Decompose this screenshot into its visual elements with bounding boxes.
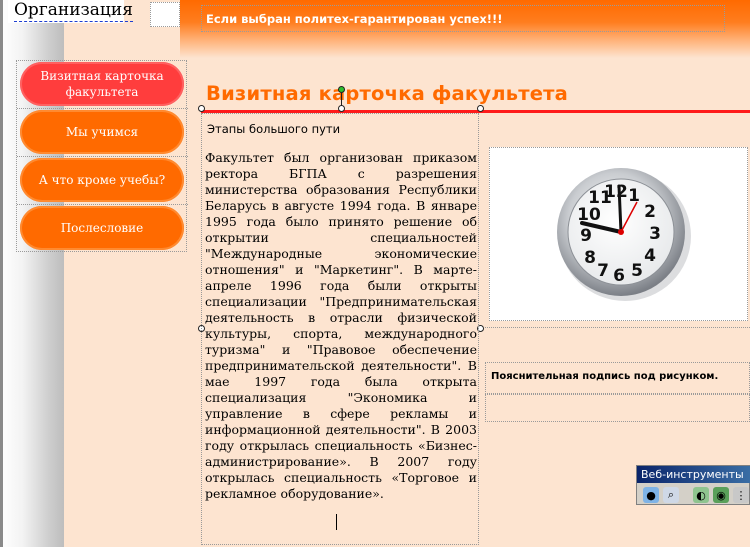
zoom-page-icon[interactable]: ⌕: [663, 487, 679, 503]
image-caption: Пояснительная подпись под рисунком.: [491, 371, 719, 382]
nav-item-label: Визитная карточка факультета: [40, 69, 164, 99]
section-subtitle: Этапы большого пути: [207, 122, 341, 136]
svg-text:2: 2: [644, 202, 656, 222]
org-title: Организация: [14, 0, 133, 22]
svg-text:1: 1: [628, 186, 640, 206]
globe-forward-icon[interactable]: ●: [643, 487, 659, 503]
svg-text:5: 5: [631, 261, 643, 281]
text-cursor: [336, 514, 337, 530]
nav-menu: Визитная карточка факультета Мы учимся А…: [16, 60, 188, 252]
link-globe-icon[interactable]: ◐: [693, 487, 709, 503]
wall-clock-icon: 1 2 3 4 5 6 7 8 9 10 11 12: [557, 168, 691, 301]
resize-handle[interactable]: [198, 105, 205, 112]
nav-item-label: Мы учимся: [65, 125, 139, 139]
nav-item-we-study[interactable]: Мы учимся: [20, 110, 184, 154]
org-title-box[interactable]: Организация: [8, 0, 133, 23]
svg-text:8: 8: [584, 248, 596, 268]
svg-text:4: 4: [644, 246, 656, 266]
svg-text:3: 3: [649, 224, 661, 244]
page-heading: Визитная карточка факультета: [206, 82, 569, 105]
svg-text:12: 12: [604, 182, 628, 202]
nav-divider: [17, 108, 188, 109]
svg-text:9: 9: [580, 226, 592, 246]
nav-item-business-card[interactable]: Визитная карточка факультета: [20, 62, 184, 106]
page-heading-box[interactable]: Визитная карточка факультета: [201, 82, 750, 112]
empty-text-box[interactable]: [485, 394, 750, 422]
slogan-text: Если выбран политех-гарантирован успех!!…: [206, 12, 503, 26]
web-tools-title[interactable]: Веб-инструменты: [637, 466, 750, 483]
clock-image-frame[interactable]: 1 2 3 4 5 6 7 8 9 10 11 12: [489, 147, 748, 321]
rotate-handle[interactable]: [338, 86, 345, 93]
svg-text:6: 6: [613, 266, 625, 286]
nav-item-afterword[interactable]: Послесловие: [20, 206, 184, 250]
article-text-box[interactable]: Этапы большого пути Факультет был органи…: [201, 113, 479, 545]
web-tools-toolbar[interactable]: Веб-инструменты ● ⌕ ◐ ◉ ⋮: [636, 465, 750, 505]
resize-handle[interactable]: [338, 105, 345, 112]
more-tools-icon[interactable]: ⋮: [733, 487, 749, 503]
nav-divider: [17, 156, 188, 157]
article-body: Факультет был организован приказом ректо…: [205, 150, 477, 501]
svg-text:7: 7: [597, 261, 609, 281]
nav-item-besides-study[interactable]: А что кроме учебы?: [20, 158, 184, 202]
nav-divider: [17, 204, 188, 205]
slogan-box[interactable]: Если выбран политех-гарантирован успех!!…: [201, 5, 725, 32]
caption-box[interactable]: Пояснительная подпись под рисунком.: [485, 362, 750, 394]
nav-item-label: А что кроме учебы?: [38, 173, 166, 187]
divider: [485, 327, 750, 328]
resize-handle[interactable]: [477, 105, 484, 112]
nav-item-label: Послесловие: [60, 221, 144, 235]
header-spacer-box: [150, 2, 180, 27]
web-preview-icon[interactable]: ◉: [713, 487, 729, 503]
